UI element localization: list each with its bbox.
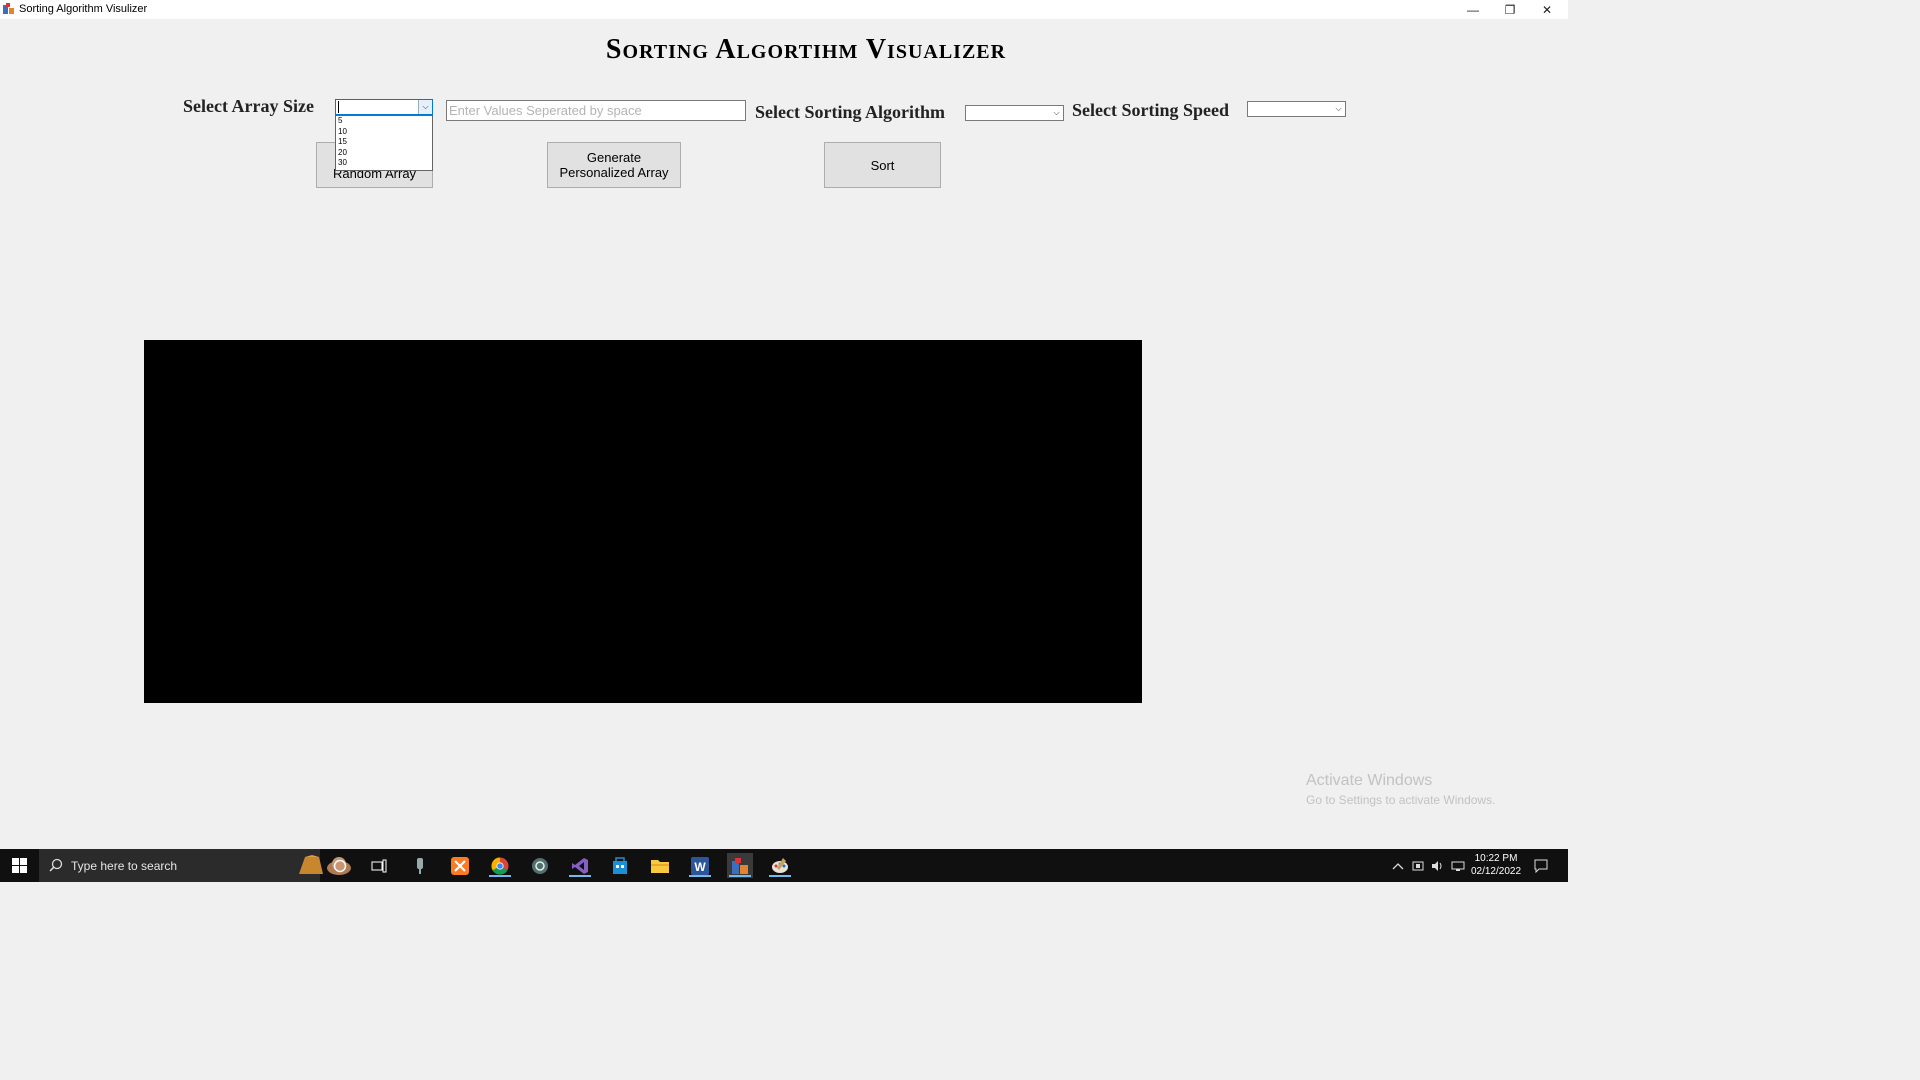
sort-button[interactable]: Sort [824, 142, 941, 188]
minimize-button[interactable]: — [1455, 0, 1491, 19]
array-size-combobox[interactable]: ⌵ [335, 99, 433, 115]
word-icon[interactable]: W [687, 853, 713, 878]
clock-date: 02/12/2022 [1470, 866, 1522, 877]
task-view-icon[interactable] [366, 853, 392, 878]
clock-time: 10:22 PM [1474, 853, 1518, 864]
svg-text:W: W [694, 860, 706, 874]
watermark-title: Activate Windows [1306, 772, 1433, 789]
dropdown-option[interactable]: 30 [336, 158, 432, 169]
title-bar: Sorting Algorithm Visulizer — ❐ ✕ [0, 0, 1568, 19]
network-icon[interactable] [1451, 849, 1465, 882]
page-title: Sorting Algortihm Visualizer [605, 34, 1007, 65]
active-indicator [569, 875, 591, 877]
array-size-dropdown-list[interactable]: 5 10 15 20 30 [335, 115, 433, 171]
xampp-icon[interactable] [447, 853, 473, 878]
system-clock[interactable]: 10:22 PM 02/12/2022 [1466, 852, 1526, 878]
search-placeholder: Type here to search [71, 859, 178, 873]
speed-label: Select Sorting Speed [1072, 100, 1229, 120]
dropdown-option[interactable]: 20 [336, 148, 432, 159]
chevron-down-icon[interactable]: ⌵ [1332, 102, 1345, 116]
values-input[interactable] [447, 101, 745, 120]
file-explorer-icon[interactable] [647, 853, 673, 878]
active-indicator [489, 875, 511, 877]
meet-now-icon[interactable] [1412, 849, 1424, 882]
chevron-down-icon[interactable]: ⌵ [1050, 106, 1063, 120]
speed-combobox[interactable]: ⌵ [1247, 101, 1346, 117]
active-indicator [769, 875, 791, 877]
store-icon[interactable] [607, 853, 633, 878]
dropdown-option[interactable]: 15 [336, 137, 432, 148]
active-indicator [729, 875, 751, 877]
paint-icon[interactable] [767, 853, 793, 878]
close-button[interactable]: ✕ [1529, 0, 1565, 19]
dropdown-option[interactable]: 10 [336, 127, 432, 138]
personalized-label-line1: Generate [586, 150, 642, 165]
sort-label: Sort [870, 157, 895, 173]
volume-icon[interactable] [1431, 849, 1443, 882]
windows-logo-icon [12, 858, 27, 873]
chevron-up-icon [1392, 862, 1404, 869]
restore-button[interactable]: ❐ [1492, 0, 1528, 19]
taskbar: Type here to search W 10:22 PM 02/12/202… [0, 849, 1568, 882]
notification-icon [1534, 859, 1548, 873]
app-icon[interactable] [527, 853, 553, 878]
watermark-subtitle: Go to Settings to activate Windows. [1306, 793, 1496, 807]
activation-watermark: Activate Windows Go to Settings to activ… [1306, 772, 1495, 807]
chevron-down-icon[interactable]: ⌵ [418, 100, 432, 114]
chrome-icon[interactable] [487, 853, 513, 878]
sorting-visualizer-app-icon[interactable] [727, 853, 753, 878]
algorithm-combobox[interactable]: ⌵ [965, 105, 1064, 121]
show-hidden-icons-button[interactable] [1392, 849, 1404, 882]
visualizer-canvas [144, 340, 1142, 703]
array-size-label: Select Array Size [183, 96, 314, 116]
window-title: Sorting Algorithm Visulizer [19, 3, 148, 15]
voice-recorder-icon[interactable] [407, 853, 433, 878]
values-input-field[interactable] [446, 100, 746, 121]
search-icon [49, 858, 63, 872]
dropdown-option[interactable]: 5 [336, 116, 432, 127]
generate-personalized-array-button[interactable]: Generate Personalized Array [547, 142, 681, 188]
cortana-icon[interactable] [327, 853, 353, 878]
algorithm-label: Select Sorting Algorithm [755, 102, 945, 122]
start-button[interactable] [0, 849, 39, 882]
text-caret [338, 101, 339, 113]
notification-center-button[interactable] [1534, 849, 1548, 882]
personalized-label-line2: Personalized Array [559, 165, 669, 180]
visual-studio-icon[interactable] [567, 853, 593, 878]
app-icon [3, 3, 14, 14]
active-indicator [689, 875, 711, 877]
taskbar-search[interactable]: Type here to search [39, 849, 351, 882]
